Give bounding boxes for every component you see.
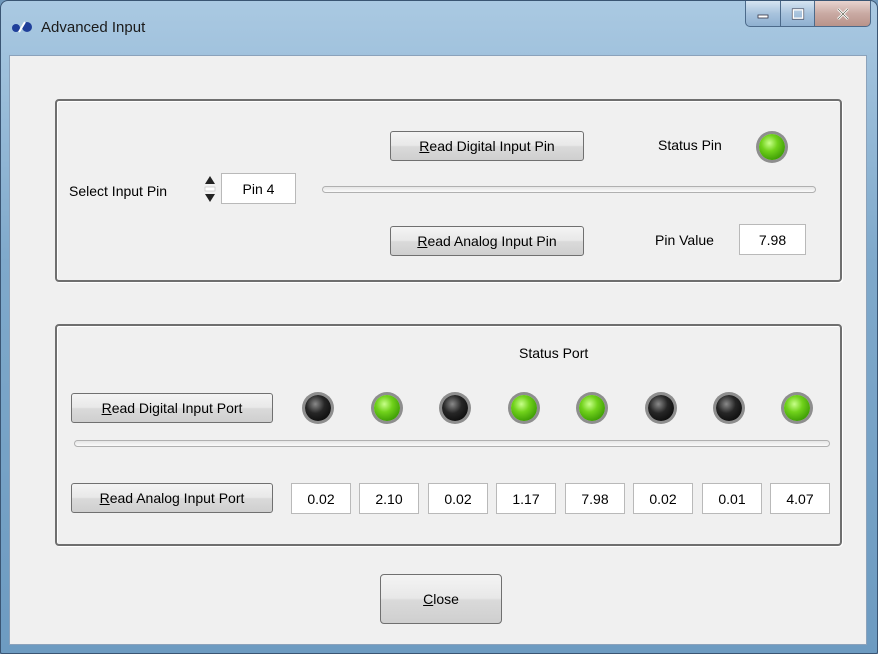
client-area: Select Input Pin Pin 4 Read Digital Inpu… — [9, 55, 867, 645]
mnemonic: C — [423, 591, 434, 607]
button-label: ead Digital Input Pin — [429, 138, 555, 154]
pin-select-field[interactable]: Pin 4 — [221, 173, 296, 204]
pin-value-field: 7.98 — [739, 224, 806, 255]
button-label: ead Analog Input Port — [109, 490, 245, 506]
mnemonic: R — [99, 490, 110, 506]
status-port-led-2 — [442, 395, 468, 421]
port-value-text: 0.02 — [444, 490, 472, 507]
status-pin-label: Status Pin — [658, 137, 722, 153]
port-value-field-0: 0.02 — [291, 483, 351, 514]
pin-value-text: 7.98 — [758, 231, 787, 248]
mnemonic: R — [417, 233, 428, 249]
button-label: lose — [433, 591, 459, 607]
status-port-led-0 — [305, 395, 331, 421]
port-progress-track — [74, 440, 830, 447]
status-port-led-6 — [716, 395, 742, 421]
port-value-text: 0.01 — [718, 490, 746, 507]
status-port-led-3 — [511, 395, 537, 421]
close-button[interactable]: Close — [380, 574, 502, 624]
mnemonic: R — [101, 400, 112, 416]
pin-groupbox: Select Input Pin Pin 4 Read Digital Inpu… — [55, 99, 842, 282]
pin-progress-track — [322, 186, 816, 193]
pickit-icon — [12, 21, 32, 33]
close-icon — [836, 7, 849, 20]
close-window-button[interactable] — [815, 1, 871, 27]
port-value-field-5: 0.02 — [633, 483, 693, 514]
port-value-field-3: 1.17 — [496, 483, 556, 514]
advanced-input-window: Advanced Input Select Input Pin Pin 4 R … — [0, 0, 878, 654]
port-value-field-1: 2.10 — [359, 483, 419, 514]
port-value-field-4: 7.98 — [565, 483, 625, 514]
status-port-led-1 — [374, 395, 400, 421]
mnemonic: R — [419, 138, 430, 154]
title-bar[interactable]: Advanced Input — [1, 1, 877, 55]
minimize-icon — [757, 14, 769, 18]
status-pin-led — [759, 134, 785, 160]
pin-select-value: Pin 4 — [242, 180, 275, 197]
port-value-text: 7.98 — [581, 490, 609, 507]
port-value-text: 0.02 — [649, 490, 677, 507]
port-value-text: 0.02 — [307, 490, 335, 507]
minimize-button[interactable] — [745, 1, 781, 27]
port-value-field-6: 0.01 — [702, 483, 762, 514]
port-value-field-2: 0.02 — [428, 483, 488, 514]
port-value-text: 1.17 — [512, 490, 540, 507]
maximize-button[interactable] — [781, 1, 815, 27]
port-value-field-7: 4.07 — [770, 483, 830, 514]
port-value-text: 4.07 — [786, 490, 814, 507]
read-analog-input-pin-button[interactable]: Read Analog Input Pin — [390, 226, 584, 256]
button-label: ead Digital Input Port — [111, 400, 243, 416]
port-value-text: 2.10 — [375, 490, 403, 507]
pin-value-label: Pin Value — [655, 232, 714, 248]
status-port-led-4 — [579, 395, 605, 421]
button-label: ead Analog Input Pin — [427, 233, 557, 249]
status-port-led-5 — [648, 395, 674, 421]
read-analog-input-port-button[interactable]: Read Analog Input Port — [71, 483, 273, 513]
port-groupbox: Status Port Read Digital Input Port Read… — [55, 324, 842, 546]
maximize-icon — [791, 8, 804, 19]
pin-spinner-arrows[interactable] — [204, 174, 216, 204]
read-digital-input-port-button[interactable]: Read Digital Input Port — [71, 393, 273, 423]
read-digital-input-pin-button[interactable]: Read Digital Input Pin — [390, 131, 584, 161]
status-port-label: Status Port — [519, 345, 589, 361]
window-title: Advanced Input — [41, 19, 146, 36]
status-port-led-7 — [784, 395, 810, 421]
select-input-pin-label: Select Input Pin — [69, 183, 168, 199]
